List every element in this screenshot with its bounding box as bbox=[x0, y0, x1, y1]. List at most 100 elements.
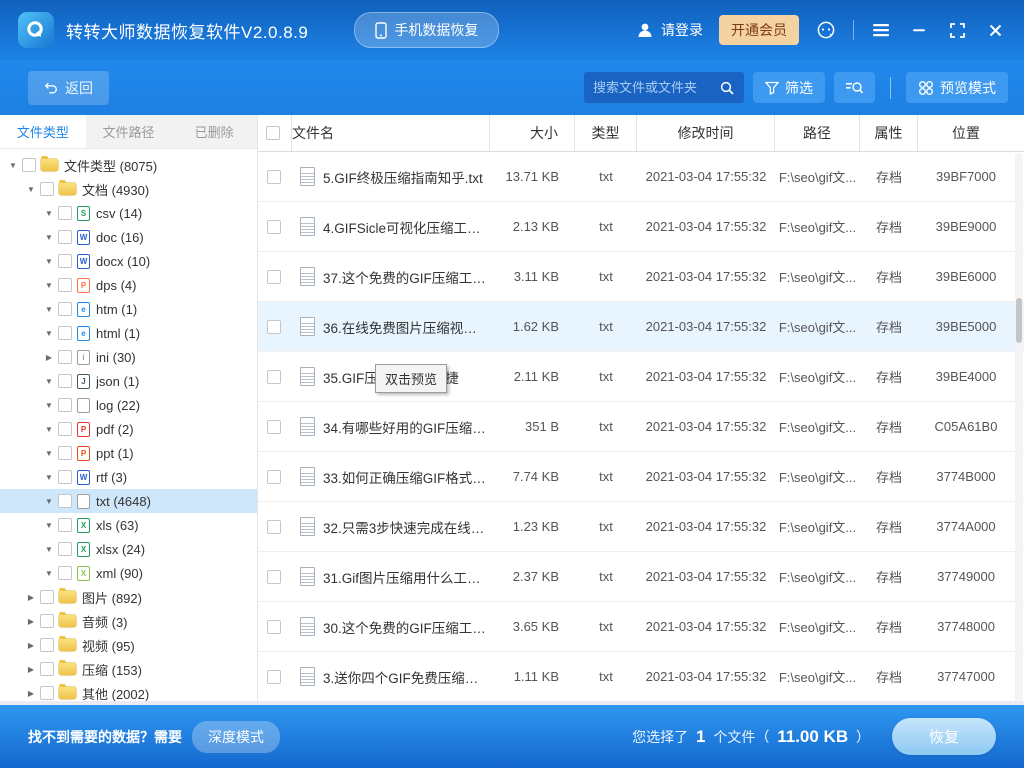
collapse-arrow-icon[interactable]: ▼ bbox=[42, 473, 56, 482]
tree-checkbox[interactable] bbox=[58, 230, 72, 244]
tree-item-音频[interactable]: ▶音频 (3) bbox=[0, 609, 257, 633]
row-checkbox[interactable] bbox=[267, 620, 281, 634]
preview-mode-button[interactable]: 预览模式 bbox=[906, 72, 1008, 103]
expand-arrow-icon[interactable]: ▶ bbox=[24, 593, 38, 602]
tree-checkbox[interactable] bbox=[40, 686, 54, 700]
minimize-button[interactable] bbox=[908, 19, 930, 41]
collapse-arrow-icon[interactable]: ▼ bbox=[42, 257, 56, 266]
tree-item-压缩[interactable]: ▶压缩 (153) bbox=[0, 657, 257, 681]
row-checkbox[interactable] bbox=[267, 320, 281, 334]
expand-arrow-icon[interactable]: ▶ bbox=[24, 665, 38, 674]
table-row[interactable]: 37.这个免费的GIF压缩工具秒...3.11 KBtxt2021-03-04 … bbox=[258, 252, 1024, 302]
expand-arrow-icon[interactable]: ▶ bbox=[42, 353, 56, 362]
tree-item-docx[interactable]: ▼Wdocx (10) bbox=[0, 249, 257, 273]
column-header-size[interactable]: 大小 bbox=[490, 115, 575, 151]
sidebar-tab[interactable]: 文件路径 bbox=[86, 115, 172, 148]
tree-checkbox[interactable] bbox=[58, 206, 72, 220]
maximize-button[interactable] bbox=[946, 19, 968, 41]
tree-checkbox[interactable] bbox=[58, 254, 72, 268]
table-scrollbar[interactable] bbox=[1015, 153, 1023, 704]
tree-checkbox[interactable] bbox=[22, 158, 36, 172]
tree-item-图片[interactable]: ▶图片 (892) bbox=[0, 585, 257, 609]
select-all-checkbox[interactable] bbox=[266, 126, 280, 140]
tree-checkbox[interactable] bbox=[58, 494, 72, 508]
tree-checkbox[interactable] bbox=[58, 374, 72, 388]
tree-checkbox[interactable] bbox=[40, 182, 54, 196]
row-checkbox[interactable] bbox=[267, 220, 281, 234]
column-header-mtime[interactable]: 修改时间 bbox=[637, 115, 775, 151]
tree-item-doc[interactable]: ▼Wdoc (16) bbox=[0, 225, 257, 249]
tree-item-dps[interactable]: ▼Pdps (4) bbox=[0, 273, 257, 297]
tree-item-log[interactable]: ▼log (22) bbox=[0, 393, 257, 417]
search-icon[interactable] bbox=[719, 80, 735, 96]
sidebar-tab[interactable]: 文件类型 bbox=[0, 115, 86, 148]
tree-checkbox[interactable] bbox=[58, 278, 72, 292]
tree-item-xls[interactable]: ▼Xxls (63) bbox=[0, 513, 257, 537]
collapse-arrow-icon[interactable]: ▼ bbox=[42, 401, 56, 410]
tree-checkbox[interactable] bbox=[58, 566, 72, 580]
tree-checkbox[interactable] bbox=[40, 614, 54, 628]
tree-item-csv[interactable]: ▼Scsv (14) bbox=[0, 201, 257, 225]
collapse-arrow-icon[interactable]: ▼ bbox=[42, 521, 56, 530]
column-header-attr[interactable]: 属性 bbox=[860, 115, 918, 151]
tree-item-文档[interactable]: ▼文档 (4930) bbox=[0, 177, 257, 201]
sidebar-tab[interactable]: 已删除 bbox=[171, 115, 257, 148]
tree-item-文件类型[interactable]: ▼文件类型 (8075) bbox=[0, 153, 257, 177]
row-checkbox[interactable] bbox=[267, 520, 281, 534]
table-row[interactable]: 31.Gif图片压缩用什么工具比...2.37 KBtxt2021-03-04 … bbox=[258, 552, 1024, 602]
tree-item-rtf[interactable]: ▼Wrtf (3) bbox=[0, 465, 257, 489]
table-row[interactable]: 4.GIFSicle可视化压缩工具可...2.13 KBtxt2021-03-0… bbox=[258, 202, 1024, 252]
tree-item-json[interactable]: ▼Jjson (1) bbox=[0, 369, 257, 393]
collapse-arrow-icon[interactable]: ▼ bbox=[42, 425, 56, 434]
collapse-arrow-icon[interactable]: ▼ bbox=[42, 233, 56, 242]
tree-checkbox[interactable] bbox=[58, 470, 72, 484]
row-checkbox[interactable] bbox=[267, 270, 281, 284]
collapse-arrow-icon[interactable]: ▼ bbox=[42, 209, 56, 218]
row-checkbox[interactable] bbox=[267, 570, 281, 584]
tree-checkbox[interactable] bbox=[58, 350, 72, 364]
tree-item-txt[interactable]: ▼txt (4648) bbox=[0, 489, 257, 513]
row-checkbox[interactable] bbox=[267, 470, 281, 484]
collapse-arrow-icon[interactable]: ▼ bbox=[42, 281, 56, 290]
table-row[interactable]: 36.在线免费图片压缩视频转GI...1.62 KBtxt2021-03-04 … bbox=[258, 302, 1024, 352]
tree-checkbox[interactable] bbox=[58, 302, 72, 316]
table-row[interactable]: 35.GIF压缩工具更快捷2.11 KBtxt2021-03-04 17:55:… bbox=[258, 352, 1024, 402]
phone-recovery-button[interactable]: 手机数据恢复 bbox=[354, 12, 499, 48]
back-button[interactable]: 返回 bbox=[28, 71, 109, 105]
tree-checkbox[interactable] bbox=[58, 518, 72, 532]
tree-item-ini[interactable]: ▶iini (30) bbox=[0, 345, 257, 369]
tree-checkbox[interactable] bbox=[58, 398, 72, 412]
collapse-arrow-icon[interactable]: ▼ bbox=[42, 305, 56, 314]
tree-item-htm[interactable]: ▼ehtm (1) bbox=[0, 297, 257, 321]
tree-checkbox[interactable] bbox=[40, 638, 54, 652]
tree-item-xlsx[interactable]: ▼Xxlsx (24) bbox=[0, 537, 257, 561]
tree-item-视频[interactable]: ▶视频 (95) bbox=[0, 633, 257, 657]
table-row[interactable]: 3.送你四个GIF免费压缩工具帮...1.11 KBtxt2021-03-04 … bbox=[258, 652, 1024, 702]
row-checkbox[interactable] bbox=[267, 420, 281, 434]
search-input[interactable] bbox=[593, 80, 719, 95]
scrollbar-thumb[interactable] bbox=[1016, 298, 1022, 343]
expand-arrow-icon[interactable]: ▶ bbox=[24, 689, 38, 698]
filter-button[interactable]: 筛选 bbox=[753, 72, 825, 103]
login-button[interactable]: 请登录 bbox=[636, 20, 703, 40]
row-checkbox[interactable] bbox=[267, 670, 281, 684]
column-header-name[interactable]: 文件名 bbox=[292, 115, 490, 151]
column-header-path[interactable]: 路径 bbox=[775, 115, 860, 151]
recover-button[interactable]: 恢复 bbox=[892, 718, 996, 755]
collapse-arrow-icon[interactable]: ▼ bbox=[42, 449, 56, 458]
tree-item-html[interactable]: ▼ehtml (1) bbox=[0, 321, 257, 345]
tree-item-ppt[interactable]: ▼Pppt (1) bbox=[0, 441, 257, 465]
collapse-arrow-icon[interactable]: ▼ bbox=[42, 377, 56, 386]
table-row[interactable]: 5.GIF终极压缩指南知乎.txt13.71 KBtxt2021-03-04 1… bbox=[258, 152, 1024, 202]
tree-checkbox[interactable] bbox=[58, 326, 72, 340]
table-row[interactable]: 34.有哪些好用的GIF压缩软件...351 Btxt2021-03-04 17… bbox=[258, 402, 1024, 452]
collapse-arrow-icon[interactable]: ▼ bbox=[42, 497, 56, 506]
column-header-pos[interactable]: 位置 bbox=[918, 115, 1014, 151]
collapse-arrow-icon[interactable]: ▼ bbox=[24, 185, 38, 194]
table-row[interactable]: 32.只需3步快速完成在线GIF...1.23 KBtxt2021-03-04 … bbox=[258, 502, 1024, 552]
support-button[interactable] bbox=[815, 19, 837, 41]
tree-item-pdf[interactable]: ▼Ppdf (2) bbox=[0, 417, 257, 441]
row-checkbox[interactable] bbox=[267, 370, 281, 384]
column-header-type[interactable]: 类型 bbox=[575, 115, 637, 151]
table-row[interactable]: 30.这个免费的GIF压缩工具秒...3.65 KBtxt2021-03-04 … bbox=[258, 602, 1024, 652]
